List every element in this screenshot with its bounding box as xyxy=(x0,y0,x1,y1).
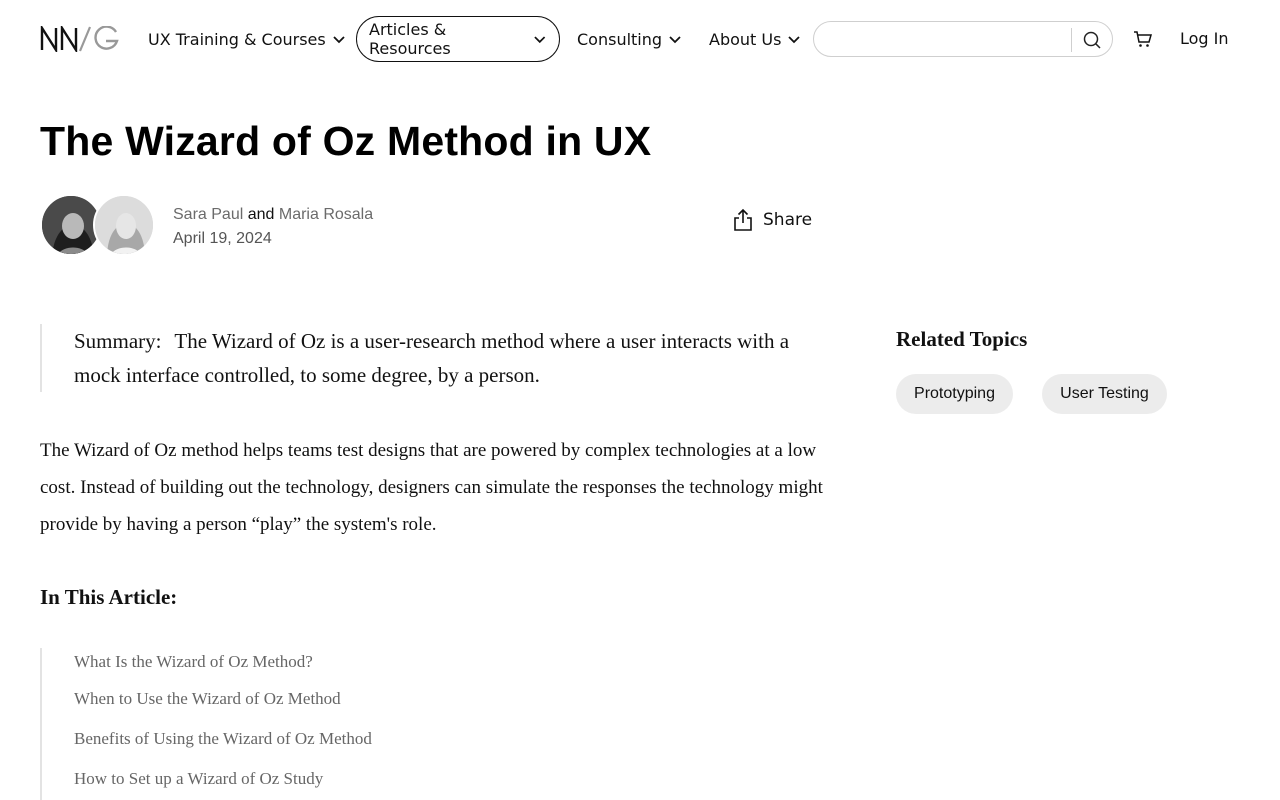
nng-logo[interactable] xyxy=(40,23,120,55)
cart-icon[interactable] xyxy=(1133,29,1153,49)
search-icon[interactable] xyxy=(1082,30,1102,50)
share-button[interactable]: Share xyxy=(733,208,812,232)
search-divider xyxy=(1071,28,1072,52)
author-link[interactable]: Maria Rosala xyxy=(279,206,373,223)
chevron-down-icon xyxy=(788,36,801,44)
site-header: UX Training & Courses Articles & Resourc… xyxy=(0,0,1280,78)
byline: Sara Paul and Maria Rosala April 19, 202… xyxy=(173,203,373,251)
toc-link[interactable]: Benefits of Using the Wizard of Oz Metho… xyxy=(74,728,540,768)
login-link[interactable]: Log In xyxy=(1180,29,1229,48)
related-topics-heading: Related Topics xyxy=(896,327,1028,351)
chevron-down-icon xyxy=(333,36,345,44)
toc-heading: In This Article: xyxy=(40,585,178,609)
publish-date: April 19, 2024 xyxy=(173,230,272,247)
toc-link[interactable]: What Is the Wizard of Oz Method? xyxy=(74,648,540,688)
search-input[interactable] xyxy=(828,22,1068,56)
article-summary: Summary: The Wizard of Oz is a user-rese… xyxy=(40,324,840,392)
nav-label: Articles & Resources xyxy=(369,20,451,58)
nav-ux-training[interactable]: UX Training & Courses xyxy=(148,16,346,62)
toc-link[interactable]: How to Set up a Wizard of Oz Study xyxy=(74,768,540,800)
nav-consulting[interactable]: Consulting xyxy=(577,16,682,62)
nav-label: About Us xyxy=(709,29,782,49)
nav-about-us[interactable]: About Us xyxy=(709,16,801,62)
author-link[interactable]: Sara Paul xyxy=(173,206,243,223)
search-box xyxy=(813,21,1113,57)
chevron-down-icon xyxy=(669,36,681,44)
share-label: Share xyxy=(763,210,813,230)
author-conjunction: and xyxy=(247,206,275,223)
chevron-down-icon xyxy=(534,36,546,44)
topic-chip-prototyping[interactable]: Prototyping xyxy=(896,374,1013,414)
author-avatar[interactable] xyxy=(93,194,155,256)
share-icon xyxy=(734,208,752,231)
nav-label: UX Training & Courses xyxy=(148,29,326,49)
summary-label: Summary: xyxy=(74,329,162,353)
table-of-contents: What Is the Wizard of Oz Method? When to… xyxy=(40,648,540,800)
nav-articles-resources[interactable]: Articles & Resources xyxy=(356,16,560,62)
topic-chip-user-testing[interactable]: User Testing xyxy=(1042,374,1167,414)
page-title: The Wizard of Oz Method in UX xyxy=(40,118,652,164)
intro-paragraph: The Wizard of Oz method helps teams test… xyxy=(40,440,823,535)
toc-link[interactable]: When to Use the Wizard of Oz Method xyxy=(74,688,540,728)
summary-text: The Wizard of Oz is a user-research meth… xyxy=(74,329,790,387)
nav-label: Consulting xyxy=(577,29,663,49)
